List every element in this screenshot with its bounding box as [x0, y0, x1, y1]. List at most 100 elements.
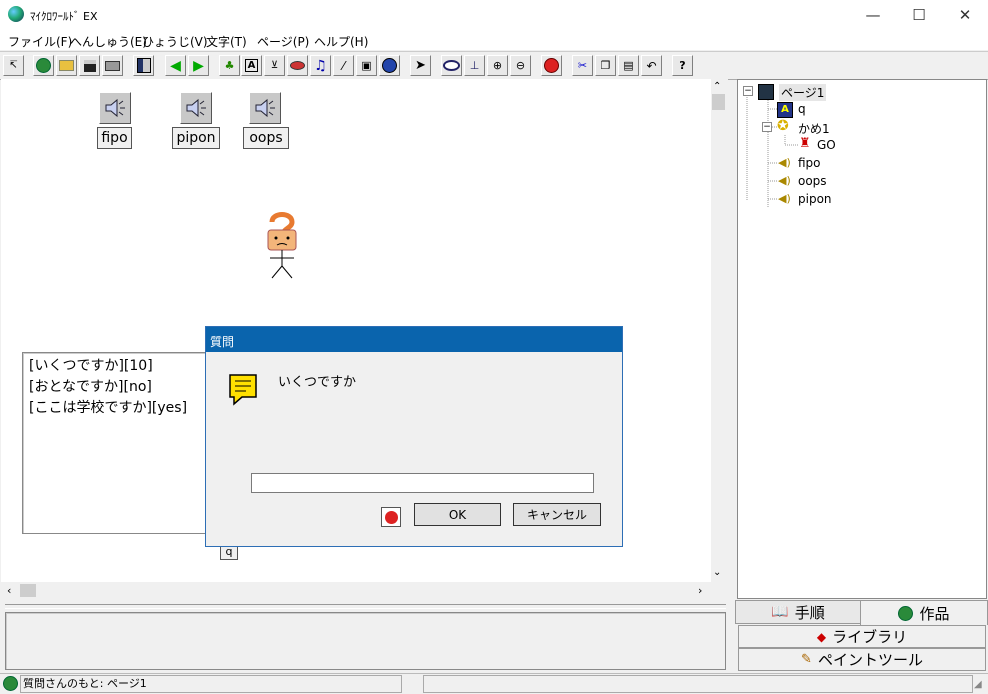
- answer-input[interactable]: [251, 473, 594, 493]
- tab-works[interactable]: 作品: [860, 600, 988, 625]
- zoom-in-icon[interactable]: ⊕: [487, 55, 508, 76]
- undo-icon[interactable]: ↶: [641, 55, 662, 76]
- save-disk-icon[interactable]: [79, 55, 100, 76]
- stop-hand-icon[interactable]: [541, 55, 562, 76]
- eye-icon[interactable]: [441, 55, 462, 76]
- eye-object-icon[interactable]: [287, 55, 308, 76]
- tab-procedure[interactable]: 📖 手順: [735, 600, 861, 624]
- shapes-icon: ◆: [816, 629, 827, 644]
- globe-icon[interactable]: [33, 55, 54, 76]
- menu-view[interactable]: ひょうじ(V): [142, 33, 208, 50]
- vertical-scrollbar[interactable]: [711, 79, 728, 582]
- splitter[interactable]: [5, 604, 726, 609]
- resize-grip-icon[interactable]: ◢: [974, 679, 982, 690]
- text-object-icon: A: [777, 102, 793, 118]
- memo-icon: [226, 371, 262, 410]
- ok-button[interactable]: OK: [414, 503, 501, 526]
- paste-icon[interactable]: ▤: [618, 55, 639, 76]
- antenna-icon[interactable]: ⊻: [264, 55, 285, 76]
- maximize-button[interactable]: ☐: [896, 0, 942, 30]
- globe-icon: [898, 605, 914, 621]
- menu-page[interactable]: ページ(P): [257, 33, 309, 50]
- tab-library-label: ライブラリ: [832, 628, 908, 646]
- app-globe-icon: [8, 6, 24, 22]
- dialog-prompt: いくつですか: [278, 375, 357, 390]
- forward-arrow-icon[interactable]: ▶: [188, 55, 209, 76]
- dialog-title: 質問: [210, 335, 235, 349]
- vertical-scroll-thumb[interactable]: [712, 94, 725, 110]
- dialog-title-bar: [206, 327, 622, 352]
- tree-item-kame1[interactable]: かめ1: [798, 120, 830, 137]
- help-glyph: ?: [679, 59, 686, 72]
- sound-label-oops[interactable]: oops: [243, 127, 289, 149]
- speaker-icon: ◀): [778, 174, 791, 187]
- blue-globe-icon[interactable]: [379, 55, 400, 76]
- scroll-right-icon[interactable]: ›: [698, 584, 702, 597]
- scroll-left-icon[interactable]: ‹: [7, 584, 11, 597]
- text-line: [いくつですか][10]: [29, 358, 153, 374]
- question-character-sprite[interactable]: [262, 210, 302, 282]
- collapse-toggle-kame[interactable]: −: [762, 122, 772, 132]
- stamp-icon[interactable]: ⊥: [464, 55, 485, 76]
- status-pane-2: [423, 675, 973, 693]
- copy-icon[interactable]: ❐: [595, 55, 616, 76]
- menu-text[interactable]: 文字(T): [206, 33, 247, 50]
- book-icon: 📖: [771, 604, 789, 620]
- menu-file[interactable]: ファイル(F): [8, 33, 72, 50]
- menu-help[interactable]: ヘルプ(H): [314, 33, 368, 50]
- scroll-up-icon[interactable]: ⌃: [713, 81, 721, 92]
- back-arrow-icon[interactable]: ◀: [165, 55, 186, 76]
- scroll-down-icon[interactable]: ⌄: [713, 567, 721, 578]
- tree-item-q[interactable]: q: [798, 102, 806, 116]
- page-icon: [758, 84, 774, 100]
- character-icon[interactable]: ♣: [219, 55, 240, 76]
- cancel-button[interactable]: キャンセル: [513, 503, 601, 526]
- print-icon[interactable]: [102, 55, 123, 76]
- window-title: ﾏｲｸﾛﾜｰﾙﾄﾞ EX: [30, 10, 98, 23]
- speaker-icon: ◀): [778, 156, 791, 169]
- movie-camera-icon[interactable]: ▣: [356, 55, 377, 76]
- menu-edit[interactable]: へんしゅう(E): [70, 33, 147, 50]
- text-line: [ここは学校ですか][yes]: [29, 400, 188, 416]
- tree-item-page1[interactable]: ページ1: [779, 84, 827, 101]
- music-note-icon[interactable]: ♫: [310, 55, 331, 76]
- tab-library[interactable]: ◆ ライブラリ: [738, 625, 986, 648]
- open-folder-icon[interactable]: [56, 55, 77, 76]
- tab-paint-label: ペイントツール: [817, 651, 923, 669]
- horizontal-scroll-thumb[interactable]: [20, 584, 36, 597]
- speaker-icon: ◀): [778, 192, 791, 205]
- turtle-icon: ✪: [777, 118, 789, 134]
- globe-icon: [3, 676, 18, 691]
- tree-item-fipo[interactable]: fipo: [798, 156, 821, 170]
- speaker-icon[interactable]: [180, 92, 212, 124]
- sound-label-pipon[interactable]: pipon: [172, 127, 220, 149]
- message-panel: [5, 612, 726, 670]
- question-dialog: 質問 いくつですか OK キャンセル: [205, 326, 623, 547]
- title-bar: [0, 0, 988, 30]
- layout-icon[interactable]: [133, 55, 154, 76]
- close-button[interactable]: ✕: [942, 0, 988, 30]
- tab-procedure-label: 手順: [794, 603, 825, 622]
- collapse-toggle-page[interactable]: −: [743, 86, 753, 96]
- text-tool-glyph: A: [244, 59, 259, 72]
- tree-item-oops[interactable]: oops: [798, 174, 827, 188]
- help-button[interactable]: ?: [672, 55, 693, 76]
- sound-label-fipo[interactable]: fipo: [97, 127, 132, 149]
- stop-icon[interactable]: [381, 507, 401, 527]
- tab-works-label: 作品: [919, 604, 950, 623]
- zoom-out-icon[interactable]: ⊖: [510, 55, 531, 76]
- paint-brush-icon: ✎: [801, 652, 812, 667]
- minimize-button[interactable]: —: [850, 0, 896, 30]
- text-tool-icon[interactable]: A: [241, 55, 262, 76]
- text-line: [おとなですか][no]: [29, 379, 152, 395]
- speaker-icon[interactable]: [249, 92, 281, 124]
- horizontal-scrollbar[interactable]: [1, 582, 711, 599]
- tree-item-pipon[interactable]: pipon: [798, 192, 832, 206]
- pointer-select-icon[interactable]: ↸: [3, 55, 24, 76]
- tree-item-go[interactable]: GO: [817, 138, 836, 152]
- cut-scissors-icon[interactable]: ✂: [572, 55, 593, 76]
- tab-paint-tool[interactable]: ✎ ペイントツール: [738, 648, 986, 671]
- brush-icon[interactable]: ⁄: [333, 55, 354, 76]
- speaker-icon[interactable]: [99, 92, 131, 124]
- arrow-cursor-icon[interactable]: ➤: [410, 55, 431, 76]
